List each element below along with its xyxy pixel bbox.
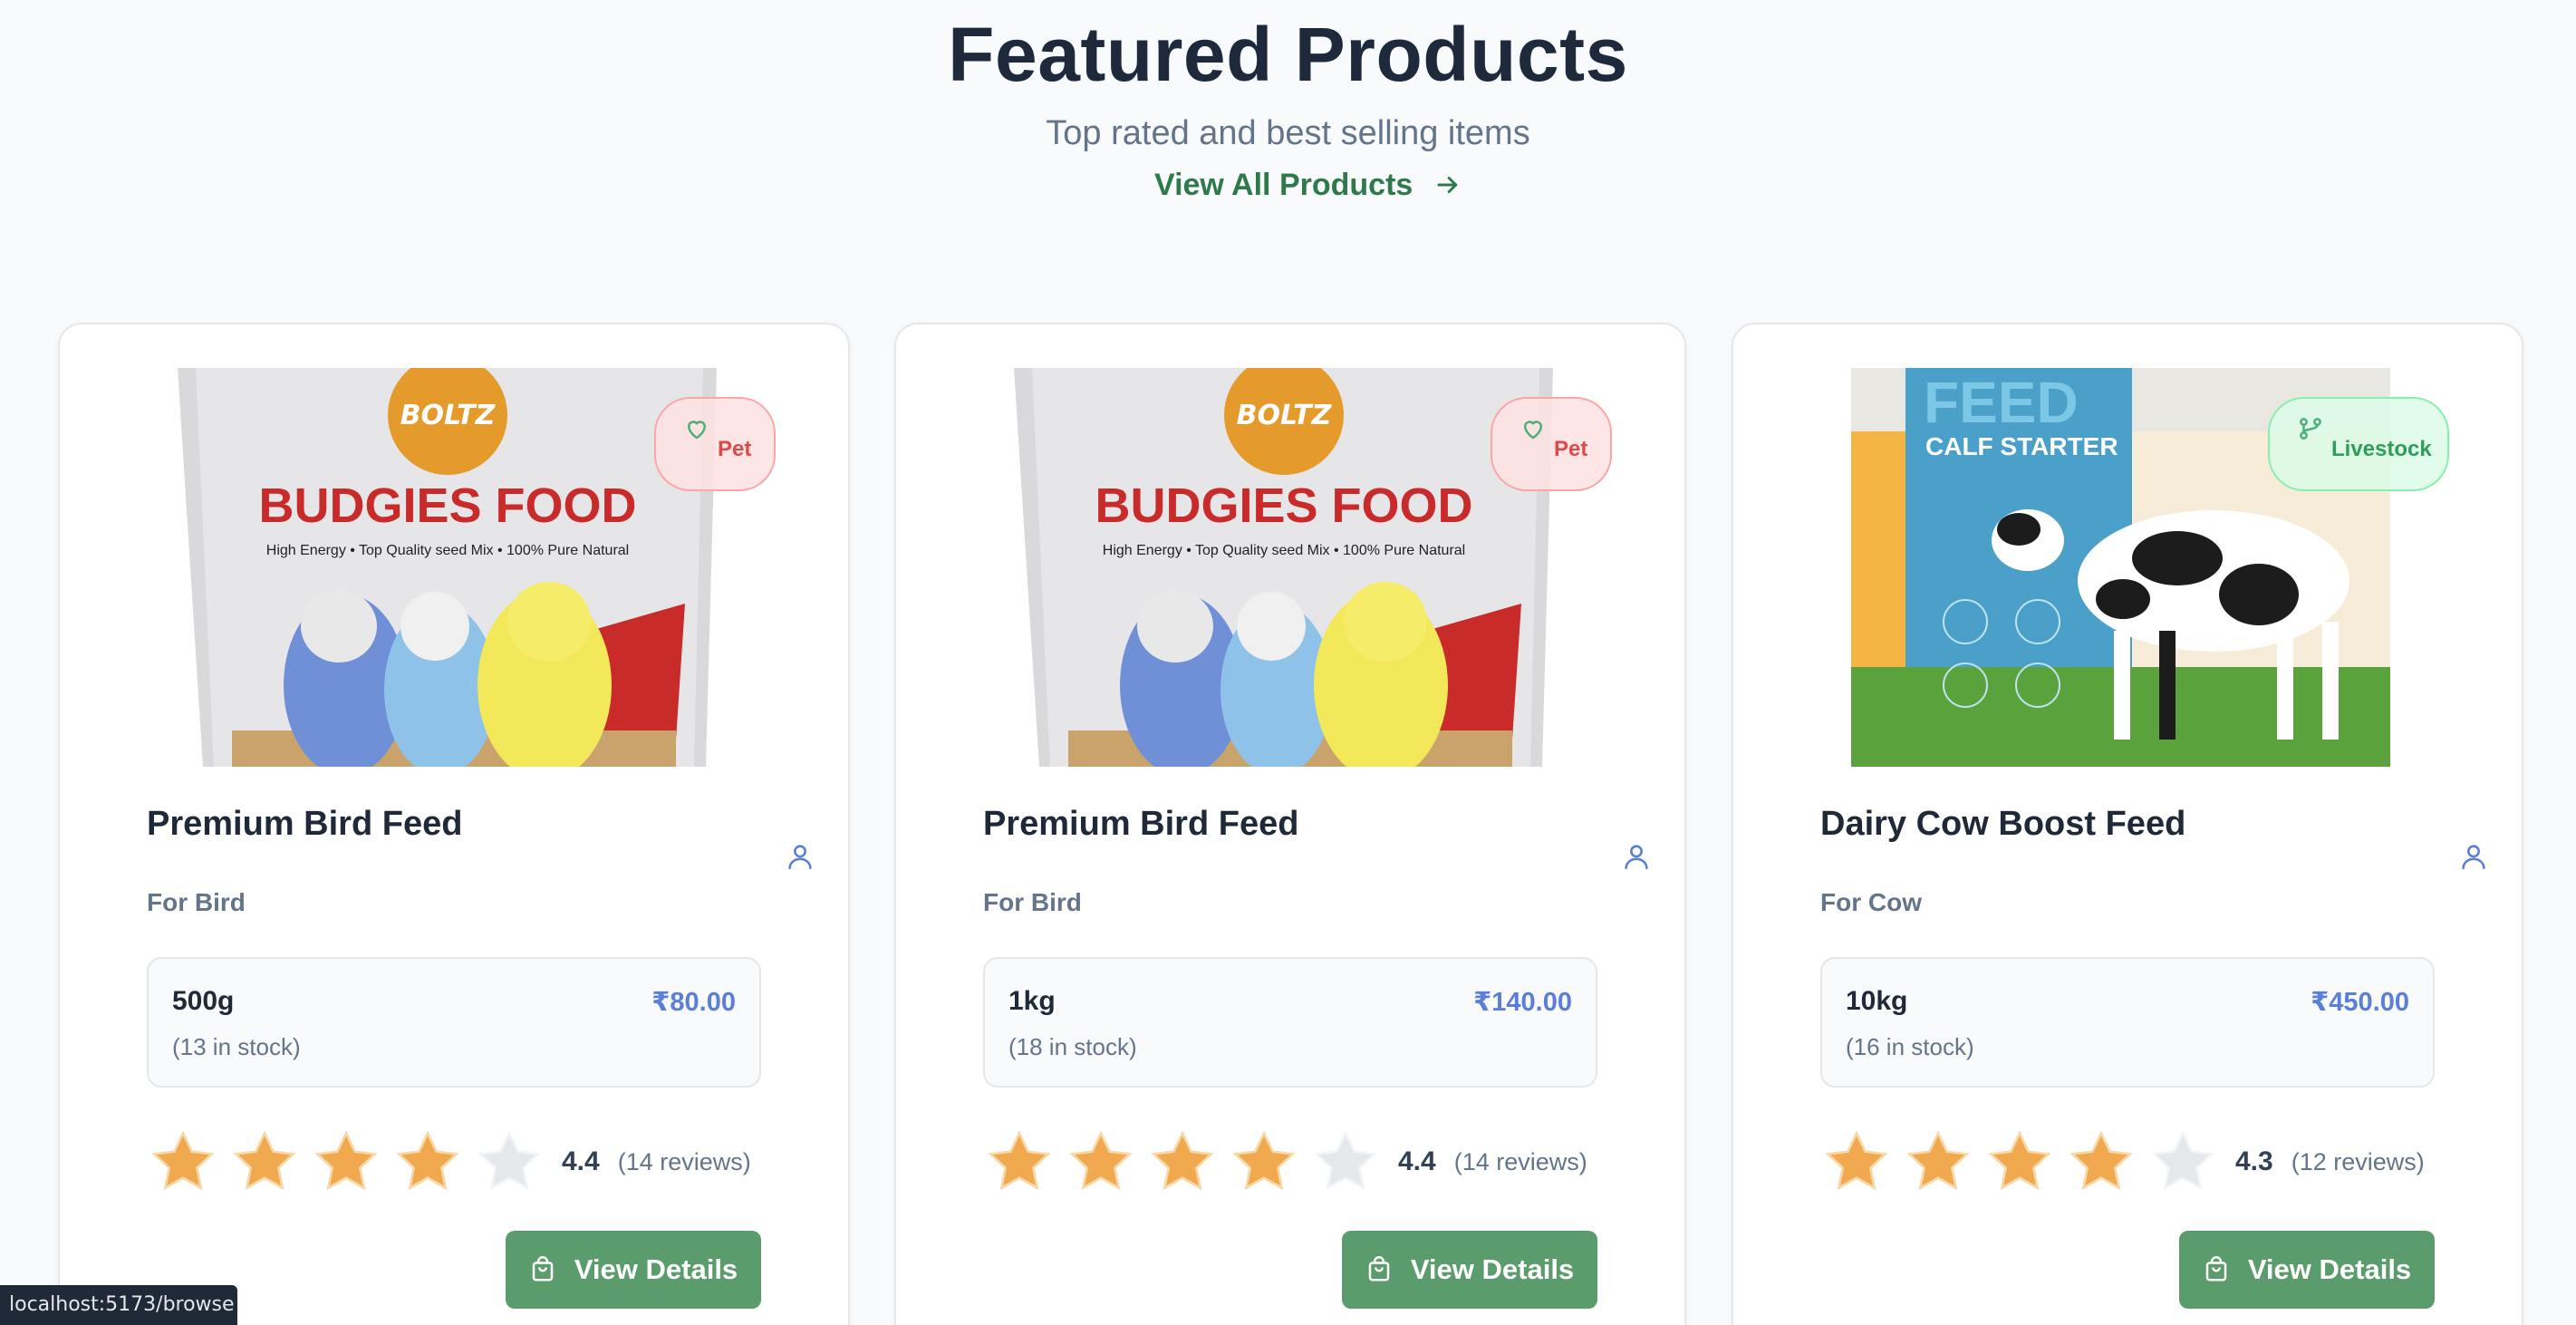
brand-text: BOLTZ [400, 400, 497, 431]
star-icon [2069, 1130, 2133, 1191]
variant-option[interactable]: 1kg ₹140.00 (18 in stock) [983, 957, 1597, 1088]
budgies-food-bag-image: BOLTZ BUDGIES FOOD High Energy • Top Qua… [178, 368, 717, 767]
shopping-bag-icon [1368, 1256, 1390, 1281]
variant-option[interactable]: 10kg ₹450.00 (16 in stock) [1820, 957, 2435, 1088]
star-icon [314, 1130, 378, 1191]
variant-stock: (18 in stock) [1008, 1033, 1137, 1060]
product-target-animal: For Bird [147, 888, 246, 916]
star-icon [1232, 1130, 1296, 1191]
star-icon [988, 1130, 1051, 1191]
product-image[interactable]: BOLTZ BUDGIES FOOD High Energy • Top Qua… [1014, 368, 1553, 767]
rating-value: 4.4 [1398, 1146, 1436, 1176]
browser-status-bar: localhost:5173/browse [0, 1285, 237, 1325]
star-icon [1069, 1130, 1133, 1191]
variant-size: 1kg [1008, 986, 1056, 1016]
heart-icon [688, 421, 706, 440]
view-all-label: View All Products [1154, 167, 1413, 202]
star-icon [1988, 1130, 2051, 1191]
arrow-right-icon [1437, 177, 1458, 193]
star-rating: 4.4 (14 reviews) [147, 1124, 751, 1200]
branch-icon [2300, 418, 2321, 440]
user-icon[interactable] [1621, 841, 1652, 872]
star-icon [1151, 1130, 1214, 1191]
bag-title-text: BUDGIES FOOD [258, 479, 636, 533]
bag-brand-text: FEED [1924, 370, 2079, 435]
product-name[interactable]: Premium Bird Feed [983, 805, 1298, 844]
view-details-label: View Details [2247, 1253, 2412, 1285]
section-subtitle: Top rated and best selling items [1046, 114, 1530, 152]
star-icon [478, 1130, 541, 1191]
review-count: (14 reviews) [617, 1147, 751, 1175]
section-title: Featured Products [948, 12, 1628, 97]
view-details-button[interactable]: View Details [506, 1231, 761, 1309]
view-details-button[interactable]: View Details [1342, 1231, 1597, 1309]
star-icon [1314, 1130, 1377, 1191]
category-label: Livestock [2331, 437, 2432, 461]
user-icon[interactable] [785, 841, 815, 872]
product-image[interactable]: BOLTZ BUDGIES FOOD High Energy • Top Qua… [178, 368, 717, 767]
review-count: (12 reviews) [2291, 1147, 2425, 1175]
view-details-label: View Details [1410, 1253, 1575, 1285]
product-card[interactable]: FEED CALF STARTER Livestock Dairy Cow Bo… [1732, 323, 2523, 1325]
rating-value: 4.3 [2235, 1146, 2273, 1176]
variant-price: ₹80.00 [651, 988, 736, 1017]
star-icon [151, 1130, 215, 1191]
view-details-button[interactable]: View Details [2179, 1231, 2435, 1309]
bag-tagline-text: High Energy • Top Quality seed Mix • 100… [1103, 543, 1465, 558]
variant-stock: (13 in stock) [172, 1033, 301, 1060]
product-name[interactable]: Premium Bird Feed [147, 805, 462, 844]
brand-text: BOLTZ [1237, 400, 1333, 431]
star-rating: 4.4 (14 reviews) [983, 1124, 1587, 1200]
budgies-food-bag-image: BOLTZ BUDGIES FOOD High Energy • Top Qua… [1014, 368, 1553, 767]
product-card[interactable]: BOLTZ BUDGIES FOOD High Energy • Top Qua… [894, 323, 1686, 1325]
variant-price: ₹140.00 [1473, 988, 1572, 1017]
star-icon [233, 1130, 296, 1191]
rating-value: 4.4 [562, 1146, 600, 1176]
shopping-bag-icon [532, 1256, 554, 1281]
category-badge: Pet [654, 397, 776, 491]
featured-products-page: Featured Products Top rated and best sel… [0, 0, 2576, 1325]
variant-price: ₹450.00 [2311, 988, 2409, 1017]
product-name[interactable]: Dairy Cow Boost Feed [1820, 805, 2185, 844]
view-all-products-link[interactable]: View All Products [1154, 163, 1462, 207]
variant-size: 500g [172, 986, 235, 1016]
review-count: (14 reviews) [1453, 1147, 1587, 1175]
view-details-label: View Details [574, 1253, 738, 1285]
star-rating: 4.3 (12 reviews) [1820, 1124, 2425, 1200]
bag-tagline-text: High Energy • Top Quality seed Mix • 100… [266, 543, 629, 558]
shopping-bag-icon [2205, 1256, 2227, 1281]
variant-size: 10kg [1846, 986, 1908, 1016]
variant-option[interactable]: 500g ₹80.00 (13 in stock) [147, 957, 761, 1088]
category-label: Pet [1554, 437, 1588, 461]
star-icon [2151, 1130, 2214, 1191]
variant-stock: (16 in stock) [1846, 1033, 1974, 1060]
user-icon[interactable] [2458, 841, 2489, 872]
product-card[interactable]: BOLTZ BUDGIES FOOD High Energy • Top Qua… [58, 323, 850, 1325]
bag-title-text: CALF STARTER [1925, 432, 2118, 460]
category-badge: Pet [1491, 397, 1612, 491]
heart-icon [1524, 421, 1542, 440]
star-icon [1906, 1130, 1970, 1191]
product-target-animal: For Cow [1820, 888, 1922, 916]
category-badge: Livestock [2268, 397, 2449, 491]
bag-title-text: BUDGIES FOOD [1095, 479, 1472, 533]
star-icon [396, 1130, 459, 1191]
category-label: Pet [718, 437, 752, 461]
star-icon [1825, 1130, 1888, 1191]
product-target-animal: For Bird [983, 888, 1082, 916]
